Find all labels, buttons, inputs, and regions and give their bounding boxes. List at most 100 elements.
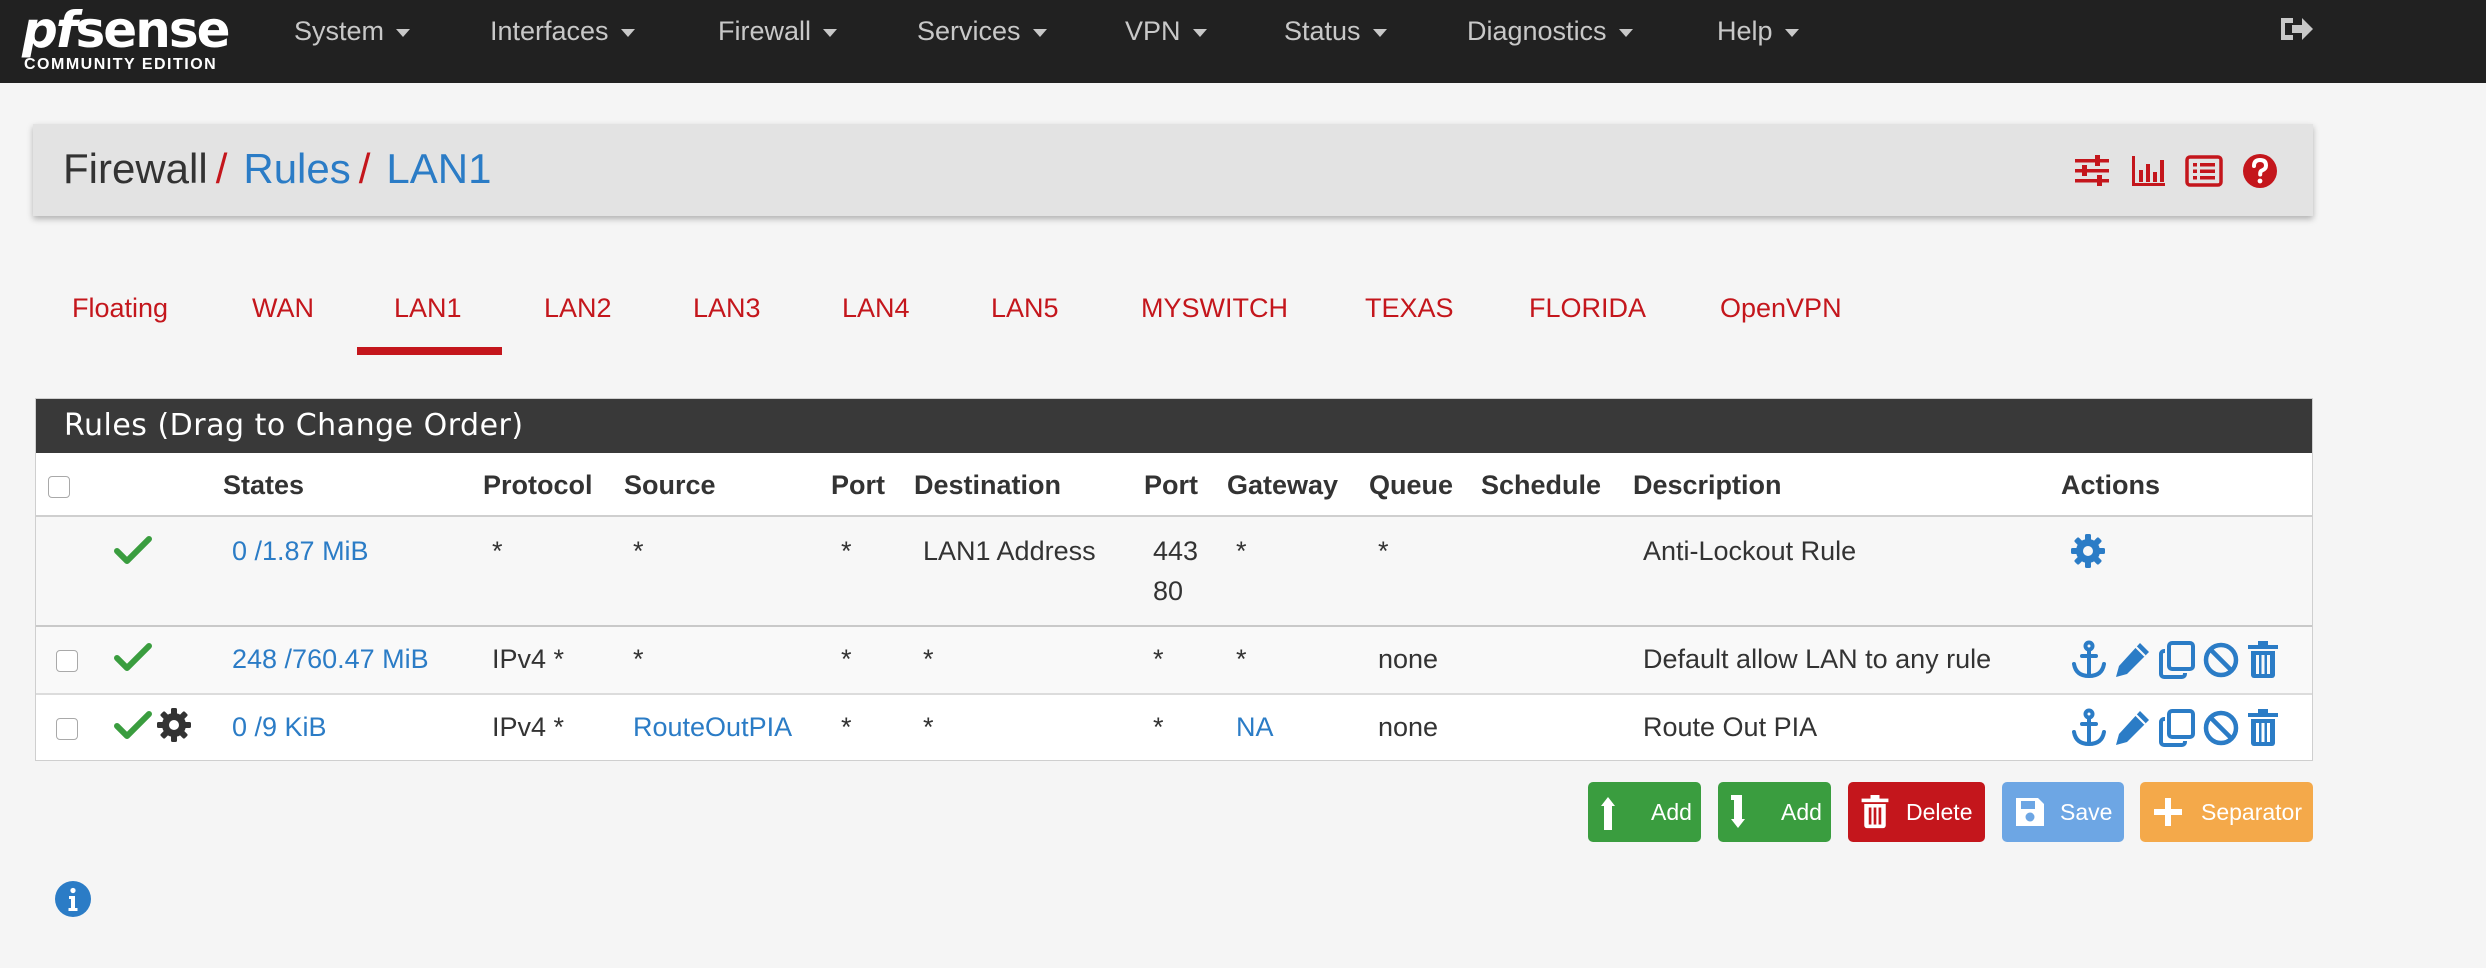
col-source-port: Port: [831, 470, 885, 500]
table-row[interactable]: 0 /9 KiB IPv4 * RouteOutPIA * * * NA non…: [36, 695, 2312, 760]
pfsense-logo[interactable]: pfsense COMMUNITY EDITION: [22, 4, 242, 76]
cog-icon: [157, 708, 191, 742]
nav-system[interactable]: System: [294, 14, 411, 48]
breadcrumb-firewall: Firewall: [63, 145, 208, 192]
pencil-icon[interactable]: [2114, 708, 2152, 748]
protocol-cell: *: [492, 536, 503, 566]
breadcrumb-rules[interactable]: Rules: [243, 145, 350, 192]
active-tab-indicator: [357, 347, 502, 355]
save-icon: [2016, 798, 2044, 826]
caret-down-icon: [1192, 28, 1207, 37]
add-rule-top-button[interactable]: Add: [1588, 782, 1701, 842]
caret-down-icon: [620, 28, 635, 37]
col-description: Description: [1633, 470, 1782, 500]
sliders-icon[interactable]: [2073, 152, 2111, 190]
tab-florida[interactable]: FLORIDA: [1529, 292, 1646, 324]
copy-icon[interactable]: [2158, 640, 2196, 680]
col-queue: Queue: [1369, 470, 1454, 500]
separator-button[interactable]: Separator: [2140, 782, 2313, 842]
table-row[interactable]: 248 /760.47 MiB IPv4 * * * * * * none De…: [36, 627, 2312, 693]
row-checkbox[interactable]: [56, 718, 78, 740]
nav-vpn[interactable]: VPN: [1125, 14, 1207, 48]
tab-wan[interactable]: WAN: [252, 292, 314, 324]
states-link[interactable]: 0 /1.87 MiB: [232, 531, 369, 571]
nav-interfaces[interactable]: Interfaces: [490, 14, 635, 48]
info-circle-icon[interactable]: [54, 880, 92, 918]
states-link[interactable]: 248 /760.47 MiB: [232, 639, 429, 679]
dest-port-cell: 80: [1153, 576, 1184, 606]
trash-icon[interactable]: [2244, 640, 2282, 680]
rules-heading: Rules (Drag to Change Order): [36, 399, 2312, 453]
tab-lan3[interactable]: LAN3: [693, 292, 761, 324]
cog-icon[interactable]: [2070, 533, 2106, 569]
tab-texas[interactable]: TEXAS: [1365, 292, 1454, 324]
top-navbar: pfsense COMMUNITY EDITION System Interfa…: [0, 0, 2486, 83]
row-checkbox[interactable]: [56, 650, 78, 672]
check-icon: [114, 711, 152, 739]
caret-down-icon: [1372, 28, 1387, 37]
sign-out-icon[interactable]: [2278, 14, 2316, 44]
delete-button[interactable]: Delete: [1848, 782, 1985, 842]
question-circle-icon[interactable]: [2241, 152, 2279, 190]
source-port-cell: *: [841, 712, 852, 742]
queue-cell: *: [1378, 536, 1389, 566]
logo-wordmark: pfsense: [22, 1, 230, 59]
source-port-cell: *: [841, 536, 852, 566]
ban-icon[interactable]: [2202, 708, 2240, 748]
tab-lan5[interactable]: LAN5: [991, 292, 1059, 324]
breadcrumb-separator: /: [215, 145, 228, 192]
save-button[interactable]: Save: [2002, 782, 2124, 842]
source-cell: *: [633, 644, 644, 674]
gateway-cell: *: [1236, 644, 1247, 674]
tab-lan1[interactable]: LAN1: [394, 292, 462, 324]
tab-lan4[interactable]: LAN4: [842, 292, 910, 324]
anchor-icon[interactable]: [2070, 640, 2108, 680]
tab-lan2[interactable]: LAN2: [544, 292, 612, 324]
trash-icon[interactable]: [2244, 708, 2282, 748]
nav-firewall[interactable]: Firewall: [718, 14, 838, 48]
description-cell: Default allow LAN to any rule: [1643, 644, 1992, 674]
check-icon: [114, 643, 152, 671]
gateway-link[interactable]: NA: [1236, 707, 1274, 747]
ban-icon[interactable]: [2202, 640, 2240, 680]
tab-floating[interactable]: Floating: [72, 292, 168, 324]
destination-cell: *: [923, 712, 934, 742]
caret-down-icon: [823, 28, 838, 37]
trash-icon: [1861, 795, 1889, 829]
dest-port-cell: *: [1153, 712, 1164, 742]
add-rule-bottom-button[interactable]: Add: [1718, 782, 1831, 842]
bar-chart-icon[interactable]: [2129, 152, 2167, 190]
breadcrumb-lan1[interactable]: LAN1: [386, 145, 491, 192]
select-all-checkbox[interactable]: [48, 476, 70, 498]
col-dest-port: Port: [1144, 470, 1198, 500]
nav-help[interactable]: Help: [1717, 14, 1799, 48]
list-alt-icon[interactable]: [2185, 152, 2223, 190]
pencil-icon[interactable]: [2114, 640, 2152, 680]
col-destination: Destination: [914, 470, 1062, 500]
level-up-icon: [1601, 797, 1615, 830]
tab-myswitch[interactable]: MYSWITCH: [1141, 292, 1288, 324]
table-row[interactable]: 0 /1.87 MiB * * * LAN1 Address 443 80 * …: [36, 517, 2312, 625]
source-alias-link[interactable]: RouteOutPIA: [633, 707, 792, 747]
tab-openvpn[interactable]: OpenVPN: [1720, 292, 1842, 324]
states-link[interactable]: 0 /9 KiB: [232, 707, 327, 747]
destination-cell: *: [923, 644, 934, 674]
check-icon: [114, 536, 152, 564]
queue-cell: none: [1378, 712, 1439, 742]
col-states: States: [223, 470, 305, 500]
caret-down-icon: [1032, 28, 1047, 37]
queue-cell: none: [1378, 644, 1439, 674]
nav-services[interactable]: Services: [917, 14, 1047, 48]
description-cell: Anti-Lockout Rule: [1643, 536, 1857, 566]
col-actions: Actions: [2061, 470, 2161, 500]
caret-down-icon: [1784, 28, 1799, 37]
nav-status[interactable]: Status: [1284, 14, 1387, 48]
nav-diagnostics[interactable]: Diagnostics: [1467, 14, 1633, 48]
copy-icon[interactable]: [2158, 708, 2196, 748]
caret-down-icon: [1618, 28, 1633, 37]
dest-port-cell: 443: [1153, 536, 1199, 566]
col-gateway: Gateway: [1227, 470, 1339, 500]
dest-port-cell: *: [1153, 644, 1164, 674]
logo-edition: COMMUNITY EDITION: [24, 56, 218, 73]
anchor-icon[interactable]: [2070, 708, 2108, 748]
